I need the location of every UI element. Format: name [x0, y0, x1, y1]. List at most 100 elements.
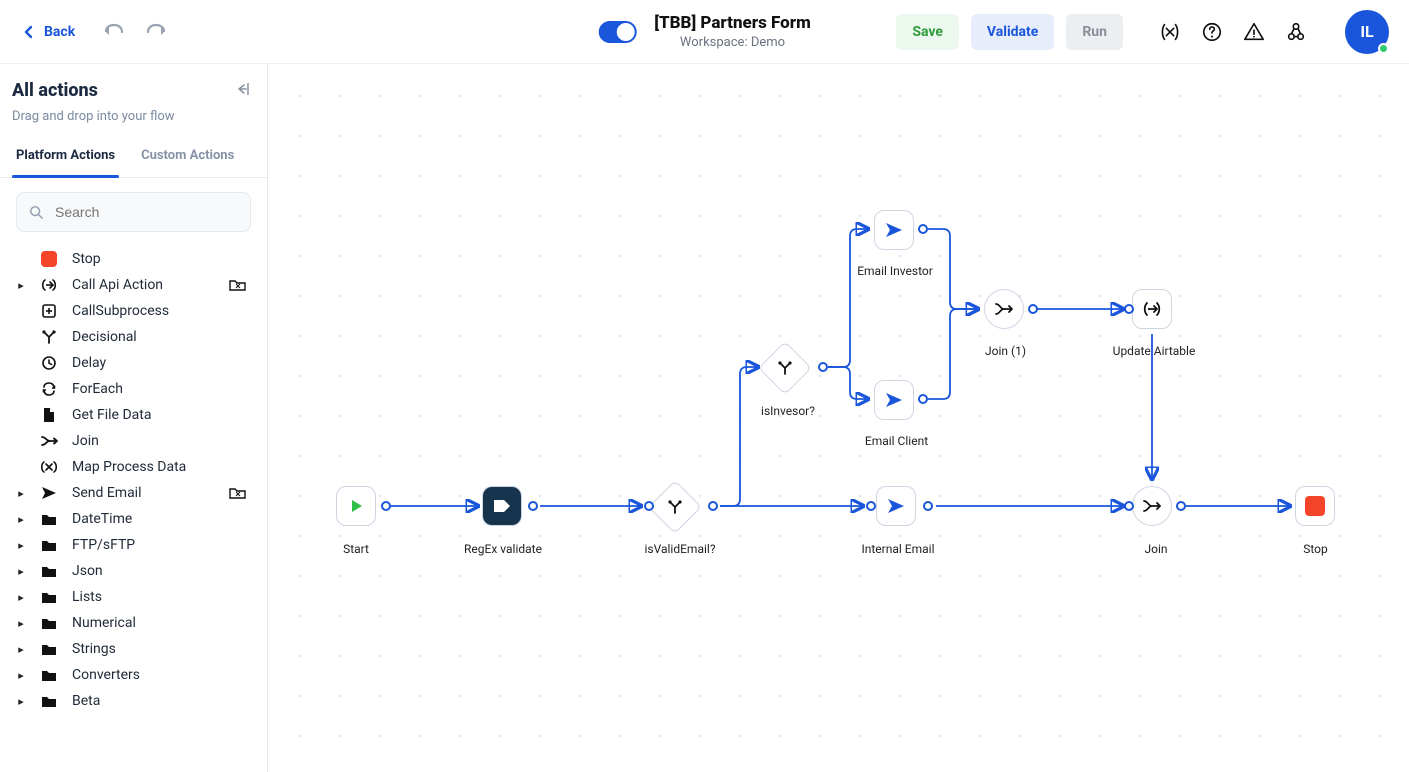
back-label: Back — [44, 24, 75, 40]
node-email-client[interactable] — [874, 380, 914, 420]
node-label: Join — [1136, 542, 1176, 556]
loop-icon — [41, 381, 57, 397]
port-out[interactable] — [818, 362, 828, 372]
node-stop[interactable] — [1295, 486, 1335, 526]
folder-icon — [41, 565, 57, 578]
collapse-left-icon — [235, 81, 251, 97]
action-label: Beta — [72, 693, 215, 709]
chevron-left-icon — [24, 25, 34, 39]
validate-label: Validate — [987, 24, 1038, 40]
action-strings[interactable]: ▸ Strings — [8, 636, 257, 662]
action-lists[interactable]: ▸ Lists — [8, 584, 257, 610]
file-icon — [42, 407, 56, 423]
node-join-1[interactable] — [984, 289, 1024, 329]
action-label: Join — [72, 433, 215, 449]
folder-icon — [41, 591, 57, 604]
action-join[interactable]: Join — [8, 428, 257, 454]
port-in[interactable] — [1124, 304, 1134, 314]
port-in[interactable] — [644, 501, 654, 511]
action-stop[interactable]: Stop — [8, 246, 257, 272]
action-decisional[interactable]: Decisional — [8, 324, 257, 350]
tag-icon — [492, 498, 512, 514]
tab-platform-actions[interactable]: Platform Actions — [16, 138, 115, 177]
webhooks-button[interactable] — [1281, 17, 1311, 47]
folder-icon — [41, 669, 57, 682]
action-foreach[interactable]: ForEach — [8, 376, 257, 402]
run-label: Run — [1082, 24, 1107, 40]
action-beta[interactable]: ▸ Beta — [8, 688, 257, 714]
node-internal-email[interactable] — [876, 486, 916, 526]
action-label: CallSubprocess — [72, 303, 215, 319]
port-out[interactable] — [528, 501, 538, 511]
action-numerical[interactable]: ▸ Numerical — [8, 610, 257, 636]
stop-icon — [41, 251, 57, 267]
api-icon — [40, 277, 58, 293]
port-out[interactable] — [1028, 304, 1038, 314]
folder-open-icon — [229, 486, 247, 500]
node-label: isValidEmail? — [635, 542, 725, 556]
node-label: Join (1) — [978, 344, 1033, 358]
action-label: Get File Data — [72, 407, 215, 423]
tab-custom-label: Custom Actions — [141, 148, 234, 163]
collapse-sidebar-button[interactable] — [235, 81, 251, 101]
action-call-api[interactable]: ▸ Call Api Action — [8, 272, 257, 298]
port-out[interactable] — [381, 501, 391, 511]
webhook-icon — [1285, 21, 1307, 43]
undo-button[interactable] — [103, 22, 125, 42]
page-subtitle: Workspace: Demo — [654, 35, 811, 50]
tab-custom-actions[interactable]: Custom Actions — [141, 138, 234, 177]
node-regex[interactable] — [482, 486, 522, 526]
redo-button[interactable] — [145, 22, 167, 42]
active-toggle[interactable] — [598, 21, 636, 43]
action-converters[interactable]: ▸ Converters — [8, 662, 257, 688]
node-email-investor[interactable] — [874, 210, 914, 250]
action-call-subprocess[interactable]: CallSubprocess — [8, 298, 257, 324]
back-link[interactable]: Back — [24, 24, 75, 40]
action-ftp[interactable]: ▸ FTP/sFTP — [8, 532, 257, 558]
undo-icon — [103, 22, 125, 38]
action-send-email[interactable]: ▸ Send Email — [8, 480, 257, 506]
tab-platform-label: Platform Actions — [16, 148, 115, 163]
decisional-icon — [667, 499, 683, 515]
port-out[interactable] — [1176, 501, 1186, 511]
port-out[interactable] — [708, 501, 718, 511]
help-button[interactable] — [1197, 17, 1227, 47]
action-datetime[interactable]: ▸ DateTime — [8, 506, 257, 532]
node-label: Update Airtable — [1104, 344, 1204, 358]
action-delay[interactable]: Delay — [8, 350, 257, 376]
validate-button[interactable]: Validate — [971, 14, 1054, 50]
stop-icon — [1305, 496, 1325, 516]
action-label: Json — [72, 563, 215, 579]
actions-search-input[interactable] — [53, 203, 238, 221]
action-label: ForEach — [72, 381, 215, 397]
port-out[interactable] — [918, 224, 928, 234]
action-label: DateTime — [72, 511, 215, 527]
send-icon — [886, 497, 906, 515]
action-label: Decisional — [72, 329, 215, 345]
node-label: isInvesor? — [748, 404, 828, 418]
action-label: FTP/sFTP — [72, 537, 215, 553]
action-json[interactable]: ▸ Json — [8, 558, 257, 584]
port-in[interactable] — [1124, 501, 1134, 511]
action-map-process-data[interactable]: Map Process Data — [8, 454, 257, 480]
user-avatar[interactable]: IL — [1345, 10, 1389, 54]
decisional-icon — [41, 329, 57, 345]
port-out[interactable] — [918, 394, 928, 404]
folder-icon — [41, 643, 57, 656]
port-in[interactable] — [866, 501, 876, 511]
variables-button[interactable] — [1155, 17, 1185, 47]
action-get-file-data[interactable]: Get File Data — [8, 402, 257, 428]
folder-icon — [41, 617, 57, 630]
folder-icon — [41, 513, 57, 526]
warnings-button[interactable] — [1239, 17, 1269, 47]
page-title: [TBB] Partners Form — [654, 13, 811, 33]
port-out[interactable] — [923, 501, 933, 511]
run-button[interactable]: Run — [1066, 14, 1123, 50]
actions-search[interactable] — [16, 192, 251, 232]
node-start[interactable] — [336, 486, 376, 526]
node-update-airtable[interactable] — [1132, 289, 1172, 329]
node-join[interactable] — [1132, 486, 1172, 526]
save-button[interactable]: Save — [896, 14, 959, 50]
folder-icon — [41, 539, 57, 552]
join-icon — [40, 434, 58, 448]
